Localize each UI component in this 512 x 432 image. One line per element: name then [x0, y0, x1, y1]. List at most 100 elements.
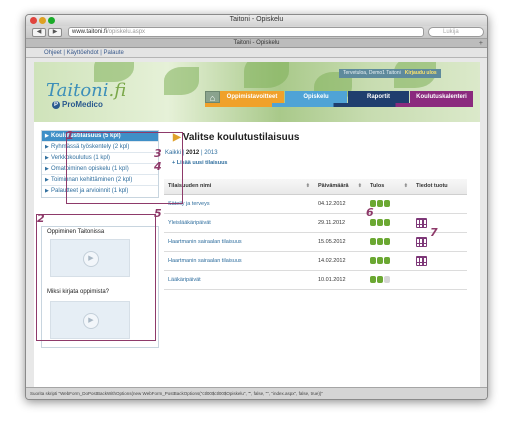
col-header-label: Tiedot tuotu	[416, 183, 448, 190]
annotation-number-6: 6	[366, 206, 374, 219]
sort-icon[interactable]: ⬍	[404, 183, 408, 189]
nav-tab-raportit[interactable]: Raportit	[348, 91, 409, 103]
result-indicator	[366, 232, 412, 252]
promedico-icon: P	[52, 100, 60, 109]
table-row[interactable]: Säteily ja terveys 04.12.2012	[164, 194, 467, 214]
annotation-number-5: 5	[154, 207, 162, 220]
event-name-link[interactable]: Yleislääkäripäivät	[164, 213, 314, 233]
page-content: Taitoni.fi P ProMedico Tervetuloa, Demo1 …	[26, 59, 487, 389]
event-date: 04.12.2012	[314, 194, 366, 214]
site-banner: Taitoni.fi P ProMedico Tervetuloa, Demo1 …	[34, 62, 480, 122]
status-bar: Suorita skripti "WebForm_DoPostBackWithO…	[26, 387, 487, 399]
nav-tab-oppimistavoitteet[interactable]: Oppimistavoitteet	[220, 91, 284, 103]
logo-suffix: .fi	[108, 80, 127, 101]
result-green-icon	[377, 257, 383, 264]
result-green-icon	[370, 238, 376, 245]
events-table: Tilaisuuden nimi ⬍ Päivämäärä ⬍ Tulos ⬍ Tie…	[164, 179, 467, 290]
saved-cell	[412, 194, 467, 214]
calendar-icon[interactable]	[416, 236, 427, 247]
event-date: 14.02.2012	[314, 251, 366, 271]
col-header-name[interactable]: Tilaisuuden nimi ⬍	[164, 179, 314, 195]
event-name-link[interactable]: Haartmanin sairaalan tilaisuus	[164, 232, 314, 252]
calendar-icon[interactable]	[416, 217, 427, 228]
event-name-link[interactable]: Lääkäripäivät	[164, 270, 314, 290]
user-greeting: Tervetuloa, Demo1 Taitoni	[343, 70, 401, 76]
add-event-label: Lisää uusi tilaisuus	[176, 160, 228, 166]
result-indicator	[366, 270, 412, 290]
result-green-icon	[377, 219, 383, 226]
nav-underline	[205, 103, 473, 107]
url-path: /opiskelu.aspx	[107, 29, 146, 35]
search-placeholder: Lukija	[443, 29, 459, 35]
arrow-icon: ▶	[45, 144, 49, 150]
table-row[interactable]: Lääkäripäivät 10.01.2012	[164, 270, 467, 290]
page-title: ▶ Valitse koulutustilaisuus	[173, 132, 299, 143]
home-icon: ⌂	[209, 93, 216, 103]
browser-tab[interactable]: Taitoni - Opiskelu	[26, 39, 487, 48]
event-date: 15.05.2012	[314, 232, 366, 252]
result-indicator	[366, 251, 412, 271]
bookmarks-bar[interactable]: Ohjeet | Käyttöehdot | Palaute	[26, 48, 487, 58]
event-date: 29.11.2012	[314, 213, 366, 233]
search-field[interactable]: Lukija	[428, 27, 484, 37]
result-green-icon	[377, 200, 383, 207]
saved-cell	[412, 232, 467, 252]
logout-link[interactable]: Kirjaudu ulos	[405, 70, 437, 76]
nav-tab-opiskelu[interactable]: Opiskelu	[285, 91, 347, 103]
col-header-label: Päivämäärä	[318, 183, 349, 190]
home-button[interactable]: ⌂	[205, 91, 220, 103]
new-tab-icon[interactable]: +	[479, 39, 483, 48]
result-green-icon	[370, 276, 376, 283]
col-header-result[interactable]: Tulos ⬍	[366, 179, 412, 195]
event-name-link[interactable]: Säteily ja terveys	[164, 194, 314, 214]
title-bar: Taitoni - Opiskelu	[26, 15, 487, 26]
result-green-icon	[370, 257, 376, 264]
result-green-icon	[377, 238, 383, 245]
table-row[interactable]: Yleislääkäripäivät 29.11.2012	[164, 213, 467, 233]
event-name-link[interactable]: Haartmanin sairaalan tilaisuus	[164, 251, 314, 271]
browser-window: Taitoni - Opiskelu ◀ ▶ www.taitoni.fi/op…	[25, 14, 488, 400]
event-date: 10.01.2012	[314, 270, 366, 290]
table-row[interactable]: Haartmanin sairaalan tilaisuus 14.02.2012	[164, 251, 467, 271]
col-header-saved: Tiedot tuotu	[412, 179, 467, 195]
calendar-icon[interactable]	[416, 255, 427, 266]
annotation-box-2	[36, 214, 156, 341]
table-row[interactable]: Haartmanin sairaalan tilaisuus 15.05.2012	[164, 232, 467, 252]
back-button[interactable]: ◀	[32, 28, 46, 37]
arrow-icon: ▶	[45, 155, 49, 161]
saved-cell	[412, 251, 467, 271]
saved-cell	[412, 270, 467, 290]
page-title-text: Valitse koulutustilaisuus	[182, 132, 300, 143]
site-logo[interactable]: Taitoni.fi	[46, 80, 126, 101]
leaf-decoration	[244, 62, 289, 88]
col-header-label: Tulos	[370, 183, 385, 190]
result-green-icon	[384, 219, 390, 226]
result-green-icon	[384, 238, 390, 245]
year-2012-link[interactable]: 2012	[186, 150, 199, 156]
annotation-number-4: 4	[154, 160, 162, 173]
arrow-icon: ▶	[45, 188, 49, 194]
leaf-decoration	[164, 67, 199, 95]
annotation-number-7: 7	[430, 226, 438, 239]
arrow-icon: ▶	[45, 133, 49, 139]
arrow-icon: ▶	[45, 166, 49, 172]
leaf-decoration	[94, 62, 134, 82]
result-green-icon	[377, 276, 383, 283]
annotation-box-1	[66, 132, 183, 204]
tab-strip: Taitoni - Opiskelu +	[26, 39, 487, 48]
nav-tab-koulutuskalenteri[interactable]: Koulutuskalenteri	[410, 91, 473, 103]
promedico-logo: P ProMedico	[52, 100, 103, 109]
forward-button[interactable]: ▶	[48, 28, 62, 37]
address-bar[interactable]: www.taitoni.fi/opiskelu.aspx	[68, 27, 424, 37]
sort-icon[interactable]: ⬍	[358, 183, 362, 189]
result-green-icon	[370, 219, 376, 226]
annotation-number-1: 1	[66, 129, 74, 142]
year-2013-link[interactable]: 2013	[204, 150, 217, 156]
browser-toolbar: ◀ ▶ www.taitoni.fi/opiskelu.aspx Lukija	[26, 26, 487, 39]
result-green-icon	[384, 200, 390, 207]
table-header-row: Tilaisuuden nimi ⬍ Päivämäärä ⬍ Tulos ⬍ Tie…	[164, 179, 467, 195]
arrow-icon: ▶	[45, 177, 49, 183]
col-header-date[interactable]: Päivämäärä ⬍	[314, 179, 366, 195]
annotation-number-2: 2	[37, 212, 45, 225]
sort-icon[interactable]: ⬍	[306, 183, 310, 189]
